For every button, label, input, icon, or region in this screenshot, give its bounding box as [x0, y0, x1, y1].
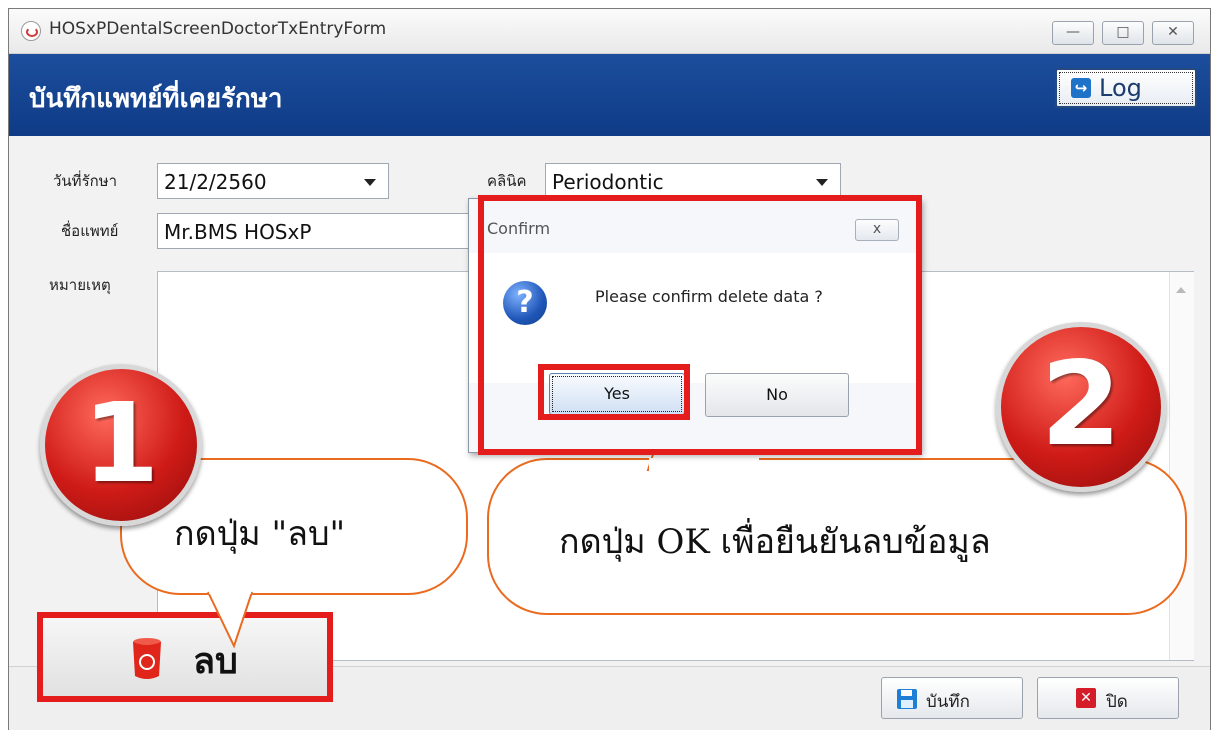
doctor-field[interactable]: Mr.BMS HOSxP: [157, 213, 487, 249]
delete-button[interactable]: ลบ: [37, 612, 333, 702]
date-value: 21/2/2560: [164, 170, 267, 194]
app-icon: [21, 21, 41, 41]
step2-badge: 2: [996, 322, 1166, 492]
chevron-down-icon: [816, 179, 828, 186]
date-field[interactable]: 21/2/2560: [157, 163, 389, 199]
clinic-value: Periodontic: [552, 170, 664, 194]
step2-callout-text: กดปุ่ม OK เพื่อยืนยันลบข้อมูล: [559, 522, 991, 562]
doctor-value: Mr.BMS HOSxP: [164, 220, 312, 244]
maximize-button[interactable]: □: [1102, 21, 1144, 45]
scroll-up-arrow-icon[interactable]: [1176, 287, 1186, 293]
minimize-button[interactable]: —: [1052, 21, 1094, 45]
chevron-down-icon: [364, 179, 376, 186]
log-button-label: Log: [1099, 74, 1142, 102]
step1-callout-pointer: [207, 590, 253, 649]
save-button[interactable]: บันทึก: [881, 677, 1023, 719]
close-window-button[interactable]: ✕: [1152, 21, 1194, 45]
close-button-label: ปิด: [1106, 692, 1128, 712]
clinic-label: คลินิค: [487, 172, 527, 190]
form-header: บันทึกแพทย์ที่เคยรักษา ↪ Log: [9, 54, 1210, 136]
note-scrollbar[interactable]: [1169, 272, 1194, 660]
step1-badge: 1: [40, 364, 202, 526]
logout-arrow-icon: ↪: [1071, 78, 1091, 98]
close-x-icon: ✕: [1076, 688, 1096, 708]
clinic-select[interactable]: Periodontic: [545, 163, 841, 199]
note-label: หมายเหตุ: [49, 276, 111, 294]
yes-highlight-frame: [538, 364, 690, 420]
close-button[interactable]: ✕ ปิด: [1037, 677, 1179, 719]
save-button-label: บันทึก: [926, 692, 970, 712]
step1-callout-text: กดปุ่ม "ลบ": [174, 514, 346, 554]
log-button[interactable]: ↪ Log: [1055, 68, 1197, 108]
doctor-label: ชื่อแพทย์: [61, 222, 119, 240]
window-title: HOSxPDentalScreenDoctorTxEntryForm: [49, 19, 387, 39]
date-label: วันที่รักษา: [53, 172, 118, 190]
trash-bin-icon: [133, 638, 161, 679]
title-bar: HOSxPDentalScreenDoctorTxEntryForm — □ ✕: [9, 9, 1210, 54]
floppy-disk-icon: [897, 689, 917, 709]
form-title: บันทึกแพทย์ที่เคยรักษา: [29, 84, 283, 114]
